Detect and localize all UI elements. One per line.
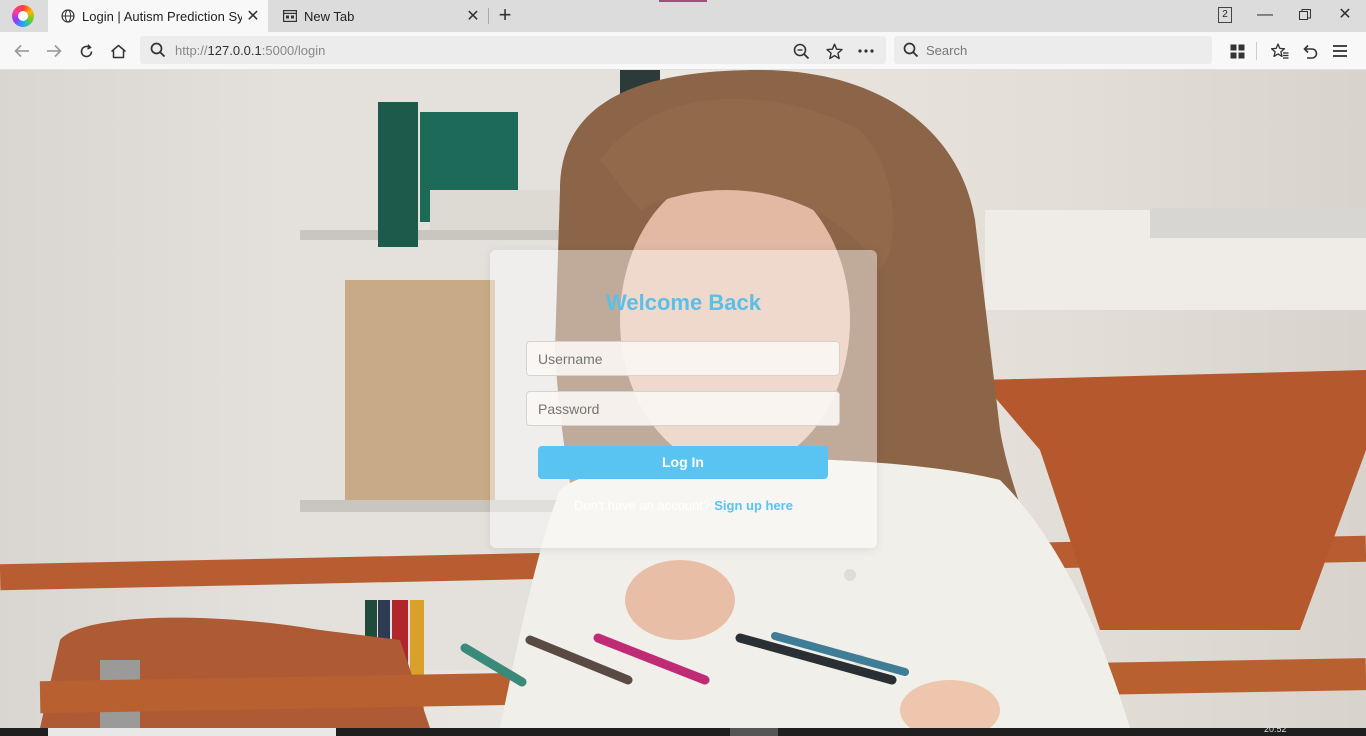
bookmark-star-icon[interactable] (825, 42, 843, 60)
extensions-grid-icon[interactable] (1225, 39, 1249, 63)
url-scheme: http:// (175, 43, 208, 58)
tab-new-tab[interactable]: New Tab ✕ (270, 0, 488, 32)
tab-title: New Tab (304, 8, 355, 24)
username-input[interactable] (526, 341, 840, 376)
window-count-badge[interactable]: 2 (1218, 7, 1232, 23)
zoom-icon[interactable] (792, 42, 810, 60)
minimize-icon[interactable]: — (1250, 4, 1280, 26)
taskbar-active-item[interactable] (730, 728, 778, 736)
password-input[interactable] (526, 391, 840, 426)
tab-close-icon[interactable]: ✕ (242, 6, 264, 26)
restore-icon[interactable] (1290, 4, 1320, 26)
welcome-heading: Welcome Back (606, 290, 761, 315)
signup-prompt: Don't have an account? Sign up here (490, 498, 877, 513)
home-icon[interactable] (106, 39, 130, 63)
address-bar[interactable]: http://127.0.0.1:5000/login (140, 36, 886, 64)
new-tab-plus-icon[interactable]: + (494, 4, 516, 28)
window-close-icon[interactable]: ✕ (1330, 4, 1360, 26)
tab-close-icon[interactable]: ✕ (462, 6, 484, 26)
url-text[interactable]: http://127.0.0.1:5000/login (175, 43, 325, 58)
hamburger-menu-icon[interactable] (1328, 39, 1352, 63)
reload-icon[interactable] (74, 39, 98, 63)
history-undo-icon[interactable] (1298, 39, 1322, 63)
search-placeholder: Search (926, 43, 968, 58)
signup-prompt-text: Don't have an account? (574, 498, 711, 513)
login-card: Welcome Back Log In Don't have an accoun… (490, 250, 877, 548)
taskbar-thumbnail[interactable] (48, 728, 336, 736)
back-arrow-icon[interactable] (10, 39, 34, 63)
tab-title: Login | Autism Prediction Syst (82, 8, 242, 24)
taskbar-clock: 20:52 (1264, 724, 1287, 734)
search-icon (903, 42, 919, 63)
tab-strip: Login | Autism Prediction Syst ✕ New Tab… (0, 0, 1366, 32)
signup-link[interactable]: Sign up here (714, 498, 793, 513)
favorites-icon[interactable] (1268, 39, 1292, 63)
toolbar-separator (1256, 42, 1257, 60)
login-button[interactable]: Log In (538, 446, 828, 479)
url-host: 127.0.0.1 (207, 43, 262, 58)
browser-logo-icon[interactable] (12, 5, 34, 27)
tab-strip-indicator (659, 0, 707, 2)
login-page: Welcome Back Log In Don't have an accoun… (0, 70, 1366, 728)
globe-icon (60, 8, 76, 24)
navigation-bar: http://127.0.0.1:5000/login Search (0, 32, 1366, 70)
url-path: :5000/login (261, 43, 326, 58)
search-icon (150, 42, 166, 63)
tab-login[interactable]: Login | Autism Prediction Syst ✕ (48, 0, 268, 32)
newtab-page-icon (282, 8, 298, 24)
forward-arrow-icon[interactable] (42, 39, 66, 63)
web-search-bar[interactable]: Search (894, 36, 1212, 64)
more-actions-icon[interactable] (857, 42, 875, 60)
tab-separator (488, 8, 489, 24)
os-taskbar: 20:52 (0, 724, 1366, 736)
